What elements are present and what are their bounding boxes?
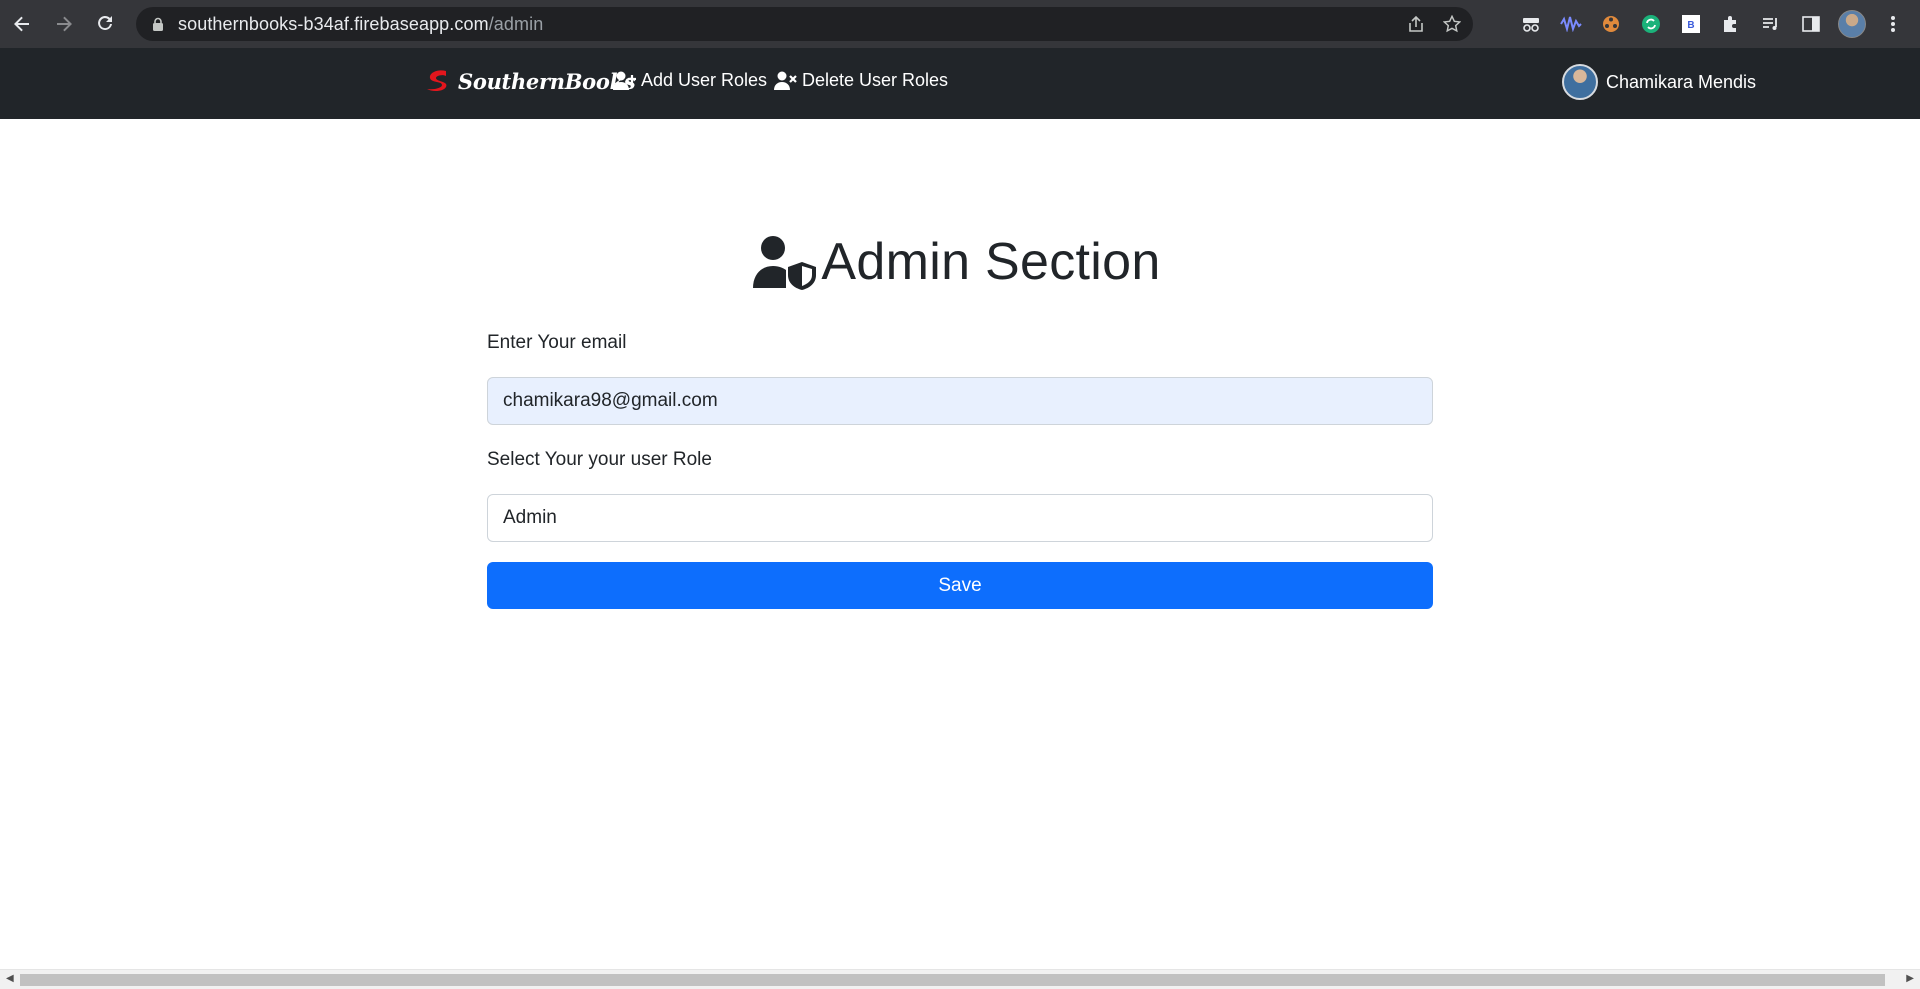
nav-link-label: Add User Roles	[641, 70, 768, 90]
bookmark-star-icon[interactable]	[1443, 15, 1461, 33]
browser-toolbar: southernbooks-b34af.firebaseapp.com/admi…	[0, 0, 1920, 48]
back-arrow-icon[interactable]	[2, 4, 42, 44]
user-xmark-icon	[774, 71, 798, 91]
email-label: Enter Your email	[487, 332, 627, 353]
user-name: Chamikara Mendis	[1606, 71, 1757, 92]
svg-text:B: B	[1687, 20, 1694, 31]
southernbooks-logo-icon	[424, 66, 454, 96]
b-extension-icon[interactable]: B	[1678, 11, 1704, 37]
page-header: Admin Section	[0, 232, 1920, 292]
user-profile[interactable]: Chamikara Mendis	[1562, 64, 1756, 100]
puzzle-extensions-icon[interactable]	[1718, 11, 1744, 37]
horizontal-scrollbar[interactable]: ◀ ▶	[0, 969, 1920, 989]
film-reel-extension-icon[interactable]	[1598, 11, 1624, 37]
browser-profile-avatar[interactable]	[1838, 10, 1866, 38]
incognito-extension-icon[interactable]	[1518, 11, 1544, 37]
role-input[interactable]: Admin	[487, 494, 1433, 542]
brand-link[interactable]: SouthernBooks	[424, 66, 636, 96]
brand-name: SouthernBooks	[458, 68, 636, 94]
share-icon[interactable]	[1407, 15, 1425, 33]
forward-arrow-icon[interactable]	[44, 4, 84, 44]
scrollbar-thumb[interactable]	[20, 974, 1885, 986]
url-text: southernbooks-b34af.firebaseapp.com/admi…	[178, 13, 544, 34]
app-navbar: SouthernBooks Add User Roles Delete User…	[0, 48, 1920, 119]
sync-extension-icon[interactable]	[1638, 11, 1664, 37]
scroll-right-icon[interactable]: ▶	[1906, 973, 1914, 984]
email-field[interactable]: chamikara98@gmail.com	[487, 377, 1433, 425]
side-panel-icon[interactable]	[1798, 11, 1824, 37]
media-queue-icon[interactable]	[1758, 11, 1784, 37]
lock-icon[interactable]	[150, 16, 166, 32]
address-bar[interactable]: southernbooks-b34af.firebaseapp.com/admi…	[136, 7, 1473, 41]
nav-link-label: Delete User Roles	[802, 70, 949, 90]
kebab-menu-icon[interactable]	[1880, 11, 1906, 37]
nav-delete-user-roles[interactable]: Delete User Roles	[774, 70, 948, 91]
reload-icon[interactable]	[86, 4, 126, 44]
user-plus-icon	[613, 71, 637, 91]
avatar[interactable]	[1562, 64, 1598, 100]
nav-add-user-roles[interactable]: Add User Roles	[613, 70, 767, 91]
scroll-left-icon[interactable]: ◀	[6, 973, 14, 984]
page-title: Admin Section	[821, 233, 1161, 291]
save-button[interactable]: Save	[487, 562, 1433, 609]
audio-wave-extension-icon[interactable]	[1558, 11, 1584, 37]
user-shield-icon	[753, 234, 819, 290]
role-label: Select Your your user Role	[487, 449, 712, 470]
